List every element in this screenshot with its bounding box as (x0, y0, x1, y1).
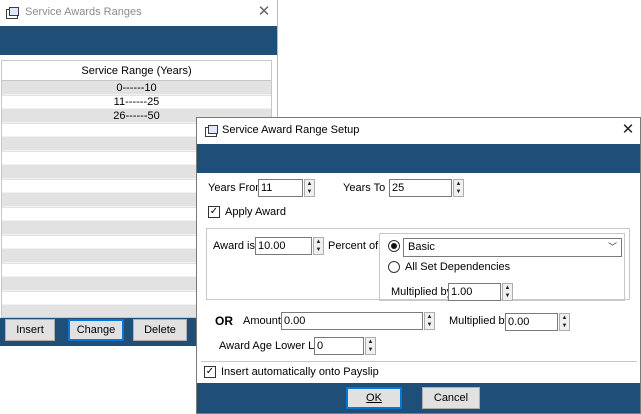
years-to-label: Years To (343, 182, 386, 194)
app-icon (6, 7, 20, 20)
spin-down-icon[interactable]: ▼ (503, 292, 512, 300)
delete-button[interactable]: Delete (133, 319, 187, 341)
spin-up-icon[interactable]: ▲ (425, 313, 434, 321)
amount-spinner[interactable]: ▲ ▼ (424, 312, 435, 330)
spin-up-icon[interactable]: ▲ (503, 284, 512, 292)
basis-select[interactable]: Basic ﹀ (403, 238, 622, 257)
close-icon[interactable]: ✕ (620, 122, 636, 138)
change-button[interactable]: Change (68, 319, 124, 341)
years-from-spinner[interactable]: ▲ ▼ (304, 179, 315, 197)
close-icon[interactable]: ✕ (256, 4, 272, 20)
spin-down-icon[interactable]: ▼ (560, 322, 569, 330)
spin-up-icon[interactable]: ▲ (366, 338, 375, 346)
years-from-input[interactable]: 11 (258, 179, 303, 197)
award-is-label: Award is (213, 240, 255, 252)
spin-down-icon[interactable]: ▼ (314, 246, 323, 254)
multiplied-by-spinner[interactable]: ▲ ▼ (502, 283, 513, 301)
dialog-header-band (197, 144, 640, 173)
amount-input[interactable]: 0.00 (281, 312, 423, 330)
award-is-spinner[interactable]: ▲ ▼ (313, 237, 324, 255)
spin-up-icon[interactable]: ▲ (560, 314, 569, 322)
multiplied-by-2-label: Multiplied by (449, 315, 511, 327)
cancel-button[interactable]: Cancel (422, 387, 480, 409)
multiplied-by-label: Multiplied by (391, 286, 453, 298)
app-icon (205, 125, 219, 138)
chevron-down-icon: ﹀ (607, 242, 617, 252)
spin-down-icon[interactable]: ▼ (454, 188, 463, 196)
insert-auto-label: Insert automatically onto Payslip (221, 366, 379, 378)
apply-award-label: Apply Award (225, 206, 286, 218)
award-age-lower-limit-spinner[interactable]: ▲ ▼ (365, 337, 376, 355)
basis-select-value: Basic (408, 241, 435, 253)
check-icon: ✓ (209, 206, 219, 217)
ok-button[interactable]: OK (346, 387, 402, 409)
spin-up-icon[interactable]: ▲ (454, 180, 463, 188)
apply-award-checkbox[interactable]: ✓ (208, 206, 220, 218)
list-header[interactable]: Service Range (Years) (2, 61, 271, 81)
insert-button[interactable]: Insert (5, 319, 55, 341)
divider (201, 361, 637, 362)
service-award-range-setup-dialog: Service Award Range Setup ✕ Years From 1… (196, 117, 641, 414)
insert-auto-checkbox[interactable]: ✓ (204, 366, 216, 378)
basic-radio[interactable] (388, 240, 400, 252)
multiplied-by-2-input[interactable]: 0.00 (505, 313, 558, 331)
multiplied-by-input[interactable]: 1.00 (448, 283, 501, 301)
back-window-titlebar: Service Awards Ranges ✕ (0, 0, 277, 26)
multiplied-by-2-spinner[interactable]: ▲ ▼ (559, 313, 570, 331)
list-item[interactable]: 11------25 (2, 96, 271, 109)
years-to-spinner[interactable]: ▲ ▼ (453, 179, 464, 197)
years-from-label: Years From (208, 182, 265, 194)
back-header-band (0, 26, 277, 55)
or-label: OR (215, 314, 233, 328)
amount-label: Amount (243, 315, 281, 327)
award-is-input[interactable]: 10.00 (255, 237, 312, 255)
dialog-button-bar: OK Cancel (197, 383, 640, 413)
spin-down-icon[interactable]: ▼ (366, 346, 375, 354)
spin-down-icon[interactable]: ▼ (425, 321, 434, 329)
award-age-lower-limit-input[interactable]: 0 (314, 337, 364, 355)
years-to-input[interactable]: 25 (389, 179, 452, 197)
back-window-title: Service Awards Ranges (25, 6, 142, 18)
check-icon: ✓ (205, 366, 215, 377)
spin-up-icon[interactable]: ▲ (314, 238, 323, 246)
percent-of-label: Percent of (328, 240, 379, 252)
list-item[interactable]: 0------10 (2, 82, 271, 95)
spin-down-icon[interactable]: ▼ (305, 188, 314, 196)
spin-up-icon[interactable]: ▲ (305, 180, 314, 188)
dialog-title: Service Award Range Setup (222, 124, 360, 136)
dialog-titlebar: Service Award Range Setup ✕ (197, 118, 640, 144)
all-set-dependencies-radio[interactable] (388, 261, 400, 273)
all-set-dependencies-label: All Set Dependencies (405, 261, 511, 273)
